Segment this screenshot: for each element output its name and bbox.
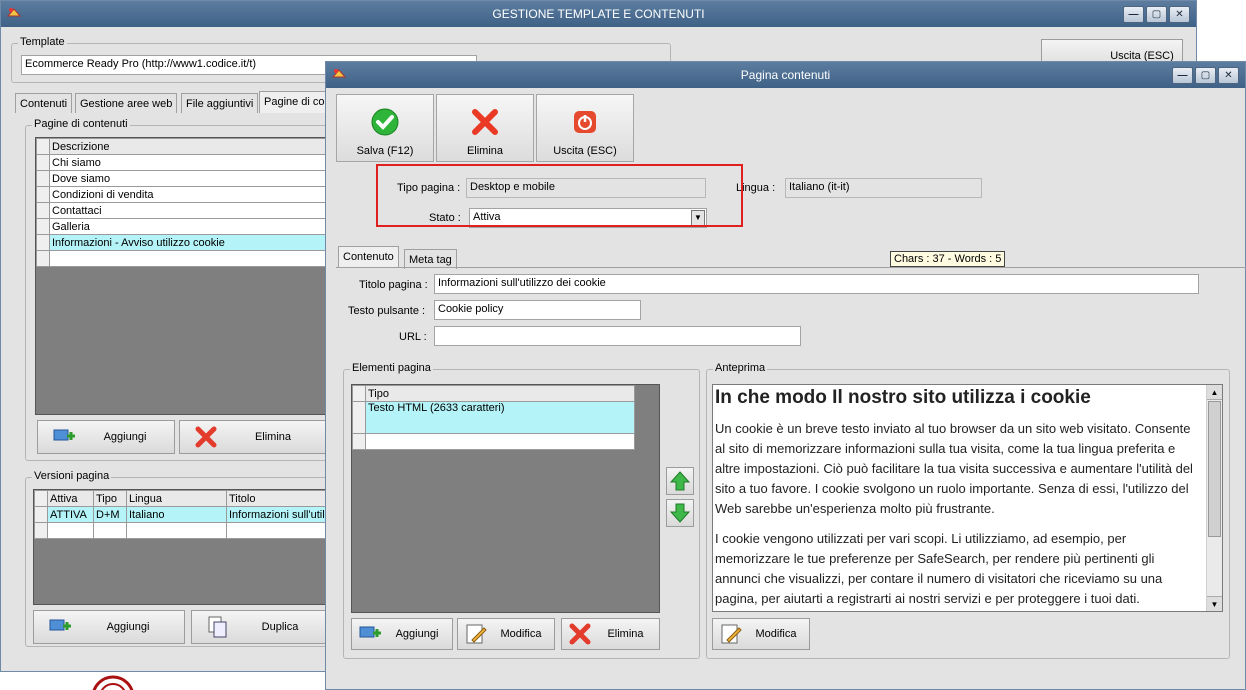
main-title: GESTIONE TEMPLATE E CONTENUTI	[492, 7, 705, 21]
preview-paragraph-1: Un cookie è un breve testo inviato al tu…	[715, 421, 1193, 516]
edit-icon	[721, 624, 742, 644]
table-row[interactable]: ATTIVA D+M Italiano Informazioni sull'ut…	[34, 506, 330, 523]
table-row[interactable]: Galleria	[36, 218, 330, 235]
table-row[interactable]: Chi siamo	[36, 154, 330, 171]
pages-delete-button[interactable]: Elimina	[179, 420, 329, 454]
preview-pane[interactable]: In che modo Il nostro sito utilizza i co…	[712, 384, 1223, 612]
versions-duplicate-button[interactable]: Duplica	[191, 610, 331, 644]
table-row[interactable]	[34, 522, 330, 539]
minimize-icon[interactable]: —	[1123, 6, 1144, 23]
delete-icon	[195, 426, 217, 448]
maximize-icon[interactable]: ▢	[1195, 67, 1216, 84]
dialog-titlebar: Pagina contenuti — ▢ ✕	[326, 62, 1245, 88]
preview-title: In che modo Il nostro sito utilizza i co…	[715, 387, 1091, 408]
preview-scrollbar[interactable]: ▲ ▼	[1206, 385, 1222, 611]
highlight-box	[376, 164, 743, 227]
close-icon[interactable]: ✕	[1169, 6, 1190, 23]
app-icon	[331, 69, 347, 78]
dialog-title: Pagina contenuti	[740, 68, 831, 82]
testo-pulsante-label: Testo pulsante :	[348, 305, 426, 317]
table-row[interactable]: Contattaci	[36, 202, 330, 219]
move-up-button[interactable]	[666, 467, 694, 495]
duplicate-icon	[208, 616, 227, 638]
table-row[interactable]	[36, 250, 330, 267]
elements-grid[interactable]: Tipo Testo HTML (2633 caratteri)	[351, 384, 660, 613]
add-row-icon	[49, 619, 71, 631]
delete-icon	[569, 623, 591, 645]
preview-edit-button[interactable]: Modifica	[712, 618, 810, 650]
template-label: Template	[18, 36, 67, 48]
versions-add-button[interactable]: Aggiungi	[33, 610, 185, 644]
move-down-button[interactable]	[666, 499, 694, 527]
pages-grid[interactable]: Descrizione Chi siamo Dove siamo Condizi…	[35, 137, 331, 415]
url-field[interactable]	[434, 326, 801, 346]
url-label: URL :	[399, 331, 427, 343]
elements-group-title: Elementi pagina	[350, 362, 433, 374]
arrow-up-icon	[669, 471, 691, 491]
titolo-field[interactable]: Informazioni sull'utilizzo dei cookie	[434, 274, 1199, 294]
elements-edit-button[interactable]: Modifica	[457, 618, 555, 650]
delete-icon	[472, 109, 498, 135]
preview-paragraph-2: I cookie vengono utilizzati per vari sco…	[715, 531, 1163, 606]
pages-group-title: Pagine di contenuti	[32, 118, 130, 130]
power-icon	[574, 111, 596, 133]
tab-panel-border	[336, 267, 1246, 268]
elements-delete-button[interactable]: Elimina	[561, 618, 660, 650]
tab-meta-tag[interactable]: Meta tag	[404, 249, 457, 269]
app-icon	[6, 8, 22, 17]
table-row[interactable]	[352, 433, 635, 450]
logo-icon	[92, 675, 134, 690]
exit-button[interactable]: Uscita (ESC)	[536, 94, 634, 162]
preview-group-title: Anteprima	[713, 362, 768, 374]
pages-header: Descrizione	[49, 138, 330, 155]
dialog-window: Pagina contenuti — ▢ ✕ Salva (F12) Elimi…	[325, 61, 1246, 690]
scroll-up-icon[interactable]: ▲	[1207, 385, 1222, 400]
close-icon[interactable]: ✕	[1218, 67, 1239, 84]
tab-contenuto[interactable]: Contenuto	[338, 246, 399, 268]
titolo-label: Titolo pagina :	[359, 279, 428, 291]
scroll-down-icon[interactable]: ▼	[1207, 596, 1222, 611]
table-row[interactable]: Testo HTML (2633 caratteri)	[352, 401, 635, 434]
main-titlebar: GESTIONE TEMPLATE E CONTENUTI — ▢ ✕	[1, 1, 1196, 27]
testo-pulsante-field[interactable]: Cookie policy	[434, 300, 641, 320]
versions-grid[interactable]: Attiva Tipo Lingua Titolo ATTIVA D+M Ita…	[33, 489, 331, 605]
pages-add-button[interactable]: Aggiungi	[37, 420, 175, 454]
table-row[interactable]: Informazioni - Avviso utilizzo cookie	[36, 234, 330, 251]
tab-pagine-di-contenuti[interactable]: Pagine di con	[259, 91, 331, 113]
maximize-icon[interactable]: ▢	[1146, 6, 1167, 23]
tab-gestione-aree-web[interactable]: Gestione aree web	[75, 93, 178, 113]
scroll-thumb[interactable]	[1208, 401, 1221, 537]
elements-add-button[interactable]: Aggiungi	[351, 618, 453, 650]
tab-file-aggiuntivi[interactable]: File aggiuntivi	[181, 93, 259, 113]
table-row[interactable]: Condizioni di vendita	[36, 186, 330, 203]
arrow-down-icon	[669, 503, 691, 523]
table-row[interactable]: Dove siamo	[36, 170, 330, 187]
lingua-field: Italiano (it-it)	[785, 178, 982, 198]
add-row-icon	[53, 429, 75, 441]
char-counter: Chars : 37 - Words : 5	[890, 251, 1006, 267]
delete-button[interactable]: Elimina	[436, 94, 534, 162]
versions-group-title: Versioni pagina	[32, 470, 112, 482]
edit-icon	[466, 624, 487, 644]
tab-contenuti[interactable]: Contenuti	[15, 93, 73, 113]
minimize-icon[interactable]: —	[1172, 67, 1193, 84]
check-icon	[371, 108, 399, 136]
add-row-icon	[359, 626, 381, 638]
save-button[interactable]: Salva (F12)	[336, 94, 434, 162]
